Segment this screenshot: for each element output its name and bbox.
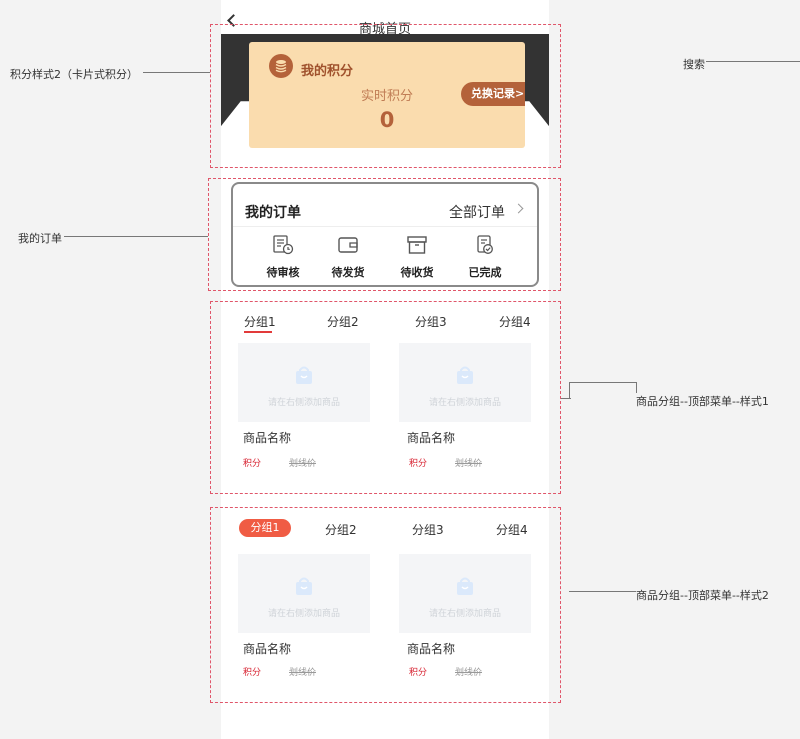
product-image-placeholder[interactable]: 请在右侧添加商品 [238,554,370,633]
box-icon [407,236,427,254]
audit-pending-icon [273,235,294,255]
chevron-right-icon[interactable] [513,203,524,214]
all-orders-link[interactable]: 全部订单 [449,202,505,222]
shopping-bag-icon [296,366,312,384]
product-points: 积分 [409,668,428,678]
product-image-placeholder[interactable]: 请在右侧添加商品 [238,343,370,422]
add-product-hint: 请在右侧添加商品 [428,609,501,619]
product-name: 商品名称 [407,431,456,445]
tab-group-4[interactable]: 分组4 [499,313,531,330]
tab-group-3[interactable]: 分组3 [415,313,447,330]
tab-group-1[interactable]: 分组1 [244,313,276,330]
order-title: 我的订单 [245,205,301,221]
product-image-placeholder[interactable]: 请在右侧添加商品 [399,554,531,633]
annotation-connector [569,382,636,383]
add-product-hint: 请在右侧添加商品 [428,398,501,408]
order-status-to-ship[interactable]: 待发货 [318,234,378,280]
group-tabs-style2: 分组1 分组2 分组3 分组4 [221,518,549,548]
product-strike-price: 划线价 [289,668,317,678]
annotation-my-orders: 我的订单 [18,232,62,245]
product-name: 商品名称 [407,642,456,656]
active-tab-underline [244,331,272,333]
shopping-bag-icon [296,577,312,595]
annotation-connector [569,591,636,592]
annotation-connector [569,382,570,399]
points-value: 0 [379,108,395,132]
product-image-placeholder[interactable]: 请在右侧添加商品 [399,343,531,422]
product-name: 商品名称 [243,431,292,445]
add-product-hint: 请在右侧添加商品 [267,609,340,619]
order-status-label: 已完成 [468,266,502,279]
product-points: 积分 [243,668,262,678]
add-product-hint: 请在右侧添加商品 [267,398,340,408]
points-card[interactable]: 我的积分 实时积分 0 兑换记录> [249,42,525,148]
wallet-icon [338,237,358,253]
order-status-completed[interactable]: 已完成 [455,234,515,280]
nav-bar: 商城首页 [221,0,549,37]
annotation-points-style: 积分样式2（卡片式积分） [10,68,138,81]
annotation-connector [636,382,637,393]
annotation-group-style2: 商品分组--顶部菜单--样式2 [636,589,769,602]
shopping-bag-icon [457,366,473,384]
divider [233,226,537,227]
coins-icon [269,54,293,78]
phone-screen: 商城首页 我的积分 实时积分 0 兑换记录> 我的订单 全部订单 待审核 待发货… [221,0,549,739]
product-points: 积分 [409,459,428,469]
order-status-to-receive[interactable]: 待收货 [387,234,447,280]
product-points: 积分 [243,459,262,469]
exchange-records-button[interactable]: 兑换记录> [461,82,525,106]
annotation-search: 搜索 [683,58,705,71]
product-strike-price: 划线价 [455,668,483,678]
tab-group-1-active[interactable]: 分组1 [239,519,291,537]
product-name: 商品名称 [243,642,292,656]
tab-group-3[interactable]: 分组3 [412,521,444,538]
completed-doc-icon [477,235,493,254]
annotation-connector [64,236,208,237]
order-status-label: 待发货 [331,266,365,279]
order-status-pending-review[interactable]: 待审核 [253,234,313,280]
product-strike-price: 划线价 [289,459,317,469]
tab-group-4[interactable]: 分组4 [496,521,528,538]
shopping-bag-icon [457,577,473,595]
order-status-label: 待收货 [400,266,434,279]
tab-group-2[interactable]: 分组2 [325,521,357,538]
annotation-group-style1: 商品分组--顶部菜单--样式1 [636,395,769,408]
order-status-label: 待审核 [266,266,300,279]
annotation-connector [706,61,800,62]
group-tabs-style1: 分组1 分组2 分组3 分组4 [221,312,549,342]
tab-group-2[interactable]: 分组2 [327,313,359,330]
points-title: 我的积分 [301,64,354,79]
order-card: 我的订单 全部订单 待审核 待发货 待收货 已完成 [231,182,539,287]
product-strike-price: 划线价 [455,459,483,469]
annotation-connector [143,72,210,73]
